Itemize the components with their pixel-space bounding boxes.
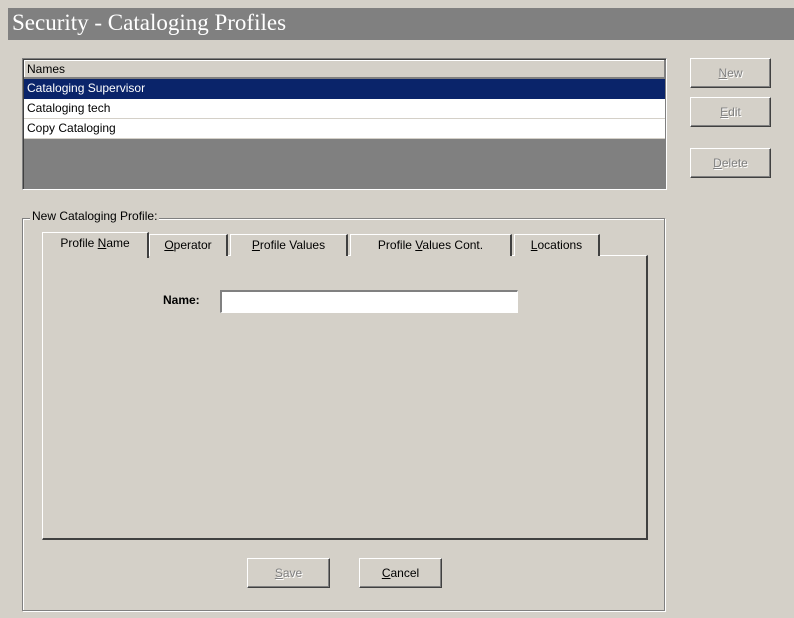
tab-profile-name[interactable]: Profile Name xyxy=(42,232,149,258)
cancel-button[interactable]: Cancel xyxy=(359,558,442,588)
group-label: New Cataloging Profile: xyxy=(30,209,160,223)
window-title: Security - Cataloging Profiles xyxy=(12,10,287,35)
list-item[interactable]: Cataloging Supervisor xyxy=(24,79,665,99)
tab-profile-values[interactable]: Profile Values xyxy=(230,234,348,256)
new-button[interactable]: New xyxy=(690,58,771,88)
names-column-header[interactable]: Names xyxy=(24,60,665,78)
tab-locations[interactable]: Locations xyxy=(514,234,600,256)
tab-profile-values-cont[interactable]: Profile Values Cont. xyxy=(350,234,512,256)
list-item[interactable]: Cataloging tech xyxy=(24,99,665,119)
list-item[interactable]: Copy Cataloging xyxy=(24,119,665,139)
title-bar: Security - Cataloging Profiles xyxy=(8,8,794,40)
names-list[interactable]: Names Cataloging Supervisor Cataloging t… xyxy=(22,58,667,190)
name-label: Name: xyxy=(163,293,200,307)
tab-operator[interactable]: Operator xyxy=(149,234,228,256)
delete-button[interactable]: Delete xyxy=(690,148,771,178)
edit-button[interactable]: Edit xyxy=(690,97,771,127)
save-button[interactable]: Save xyxy=(247,558,330,588)
name-field[interactable] xyxy=(220,290,518,313)
